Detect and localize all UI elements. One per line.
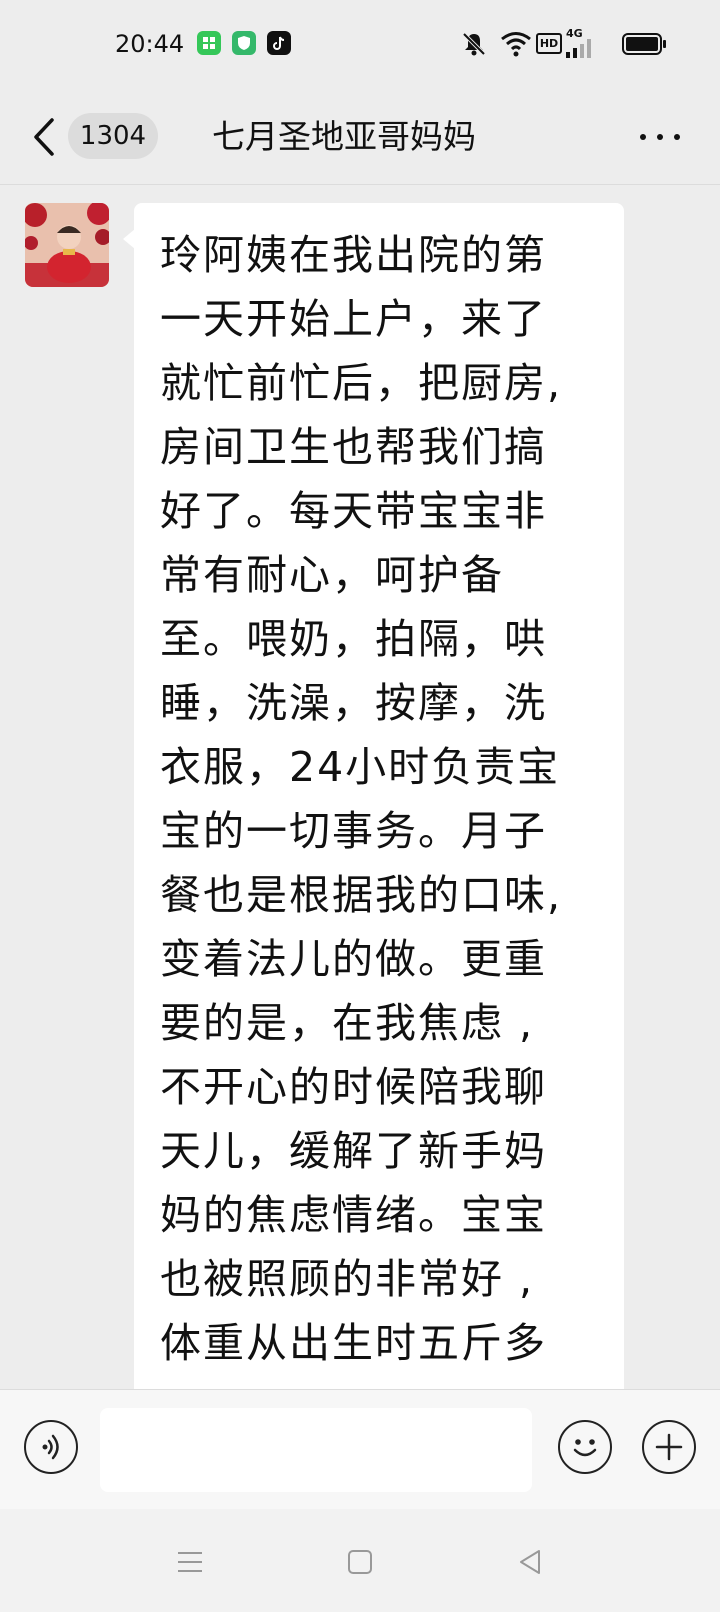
chat-area[interactable]: 玲阿姨在我出院的第 一天开始上户，来了 就忙前忙后，把厨房, 房间卫生也帮我们搞…	[0, 185, 720, 1389]
message-line: 玲阿姨在我出院的第	[160, 231, 547, 279]
unread-count-badge[interactable]: 1304	[68, 113, 158, 159]
message-input[interactable]	[100, 1408, 532, 1492]
chat-title: 七月圣地亚哥妈妈	[212, 117, 476, 156]
more-options-button[interactable]	[638, 130, 682, 144]
voice-button[interactable]	[24, 1420, 78, 1474]
home-square-icon[interactable]	[343, 1545, 377, 1579]
input-bar	[0, 1389, 720, 1510]
message-line: 天儿，缓解了新手妈	[160, 1127, 547, 1175]
message-text: 玲阿姨在我出院的第 一天开始上户，来了 就忙前忙后，把厨房, 房间卫生也帮我们搞…	[160, 223, 600, 1375]
message-line: 一天开始上户，来了	[160, 295, 547, 343]
chevron-left-icon	[34, 118, 54, 156]
message-line: 体重从出生时五斤多	[160, 1319, 547, 1367]
wifi-icon	[501, 32, 531, 57]
signal-icon	[566, 39, 591, 58]
app-green-icon	[197, 31, 221, 55]
message-line: 也被照顾的非常好 ,	[160, 1255, 535, 1303]
message-line: 睡，洗澡，按摩，洗	[160, 679, 547, 727]
message-line: 餐也是根据我的口味,	[160, 871, 563, 919]
plus-icon	[655, 1433, 683, 1461]
message-line: 衣服，24小时负责宝	[160, 743, 561, 791]
status-bar: 20:44 HD 4G	[0, 0, 720, 90]
message-line: 宝的一切事务。月子	[160, 807, 547, 855]
back-button[interactable]	[30, 112, 60, 162]
menu-icon[interactable]	[173, 1545, 207, 1579]
message-line: 就忙前忙后，把厨房,	[160, 359, 563, 407]
message-line: 房间卫生也帮我们搞	[160, 423, 547, 471]
avatar[interactable]	[25, 203, 109, 287]
back-triangle-icon[interactable]	[513, 1545, 547, 1579]
status-time: 20:44	[115, 30, 185, 58]
message-line: 常有耐心，呵护备	[160, 551, 504, 599]
message-line: 变着法儿的做。更重	[160, 935, 547, 983]
message-line: 妈的焦虑情绪。宝宝	[160, 1191, 547, 1239]
shield-app-icon	[232, 31, 256, 55]
baby-photo	[25, 203, 109, 287]
voice-icon	[42, 1434, 59, 1460]
message-line: 至。喂奶，拍隔，哄	[160, 615, 547, 663]
emoji-icon	[573, 1439, 597, 1457]
battery-icon	[622, 33, 666, 55]
mute-icon	[462, 32, 486, 56]
plus-button[interactable]	[642, 1420, 696, 1474]
system-nav-bar	[0, 1509, 720, 1612]
tiktok-icon	[267, 31, 291, 55]
message-line: 要的是，在我焦虑 ,	[160, 999, 535, 1047]
message-bubble[interactable]: 玲阿姨在我出院的第 一天开始上户，来了 就忙前忙后，把厨房, 房间卫生也帮我们搞…	[134, 203, 624, 1389]
emoji-button[interactable]	[558, 1420, 612, 1474]
message-line: 好了。每天带宝宝非	[160, 487, 547, 535]
chat-header: 1304 七月圣地亚哥妈妈	[0, 90, 720, 185]
more-dots-icon	[640, 134, 646, 140]
message-line: 不开心的时候陪我聊	[160, 1063, 547, 1111]
hd-badge: HD	[536, 33, 562, 54]
